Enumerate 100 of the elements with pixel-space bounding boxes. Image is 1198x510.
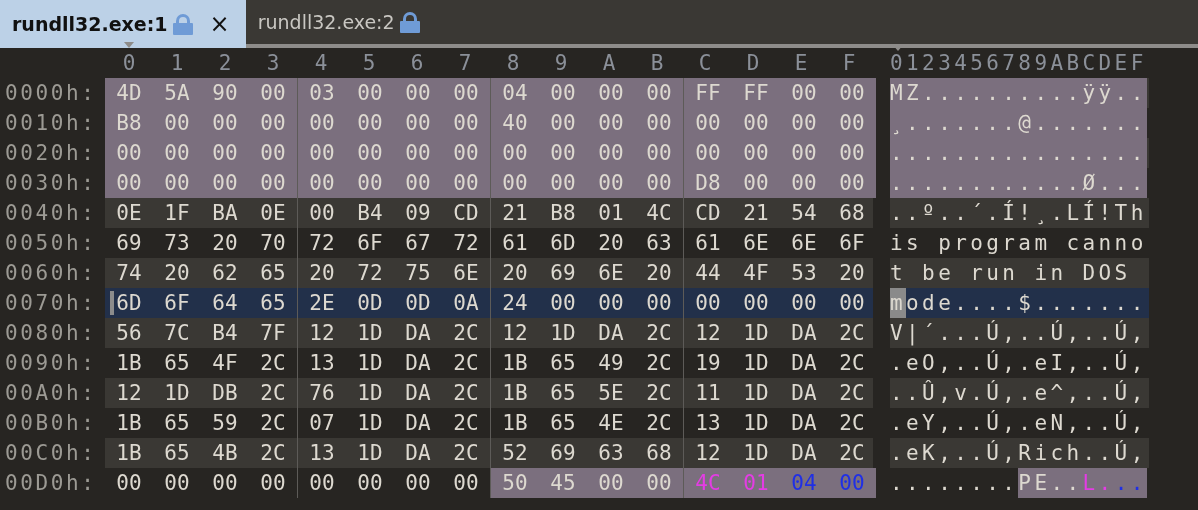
hex-cell-text: 1D	[742, 380, 770, 407]
hex-cell: 12	[490, 318, 539, 348]
hex-cell-text: 1D	[356, 350, 384, 377]
close-button[interactable]: ×	[205, 10, 234, 38]
ascii-text: ¸.......@.......	[890, 108, 1147, 138]
hex-cell-text: 64	[211, 290, 239, 317]
hex-cell-text: DA	[790, 320, 818, 347]
hex-cell-text: 7F	[259, 320, 287, 347]
hex-cell-text: 2C	[452, 440, 480, 467]
text-cursor	[110, 291, 114, 315]
hex-cell: 00	[635, 108, 683, 138]
hex-cell-text: 73	[163, 230, 191, 257]
hex-cell: D8	[683, 168, 732, 198]
hex-cell: FF	[683, 78, 732, 108]
hex-cell: 00	[442, 108, 490, 138]
hex-cell-text: 2C	[452, 410, 480, 437]
hex-cell: 00	[587, 108, 635, 138]
hex-cell: 00	[635, 138, 683, 168]
hex-cell: 00	[105, 138, 153, 168]
column-header: 0123456789ABCDEF	[890, 51, 1147, 75]
hex-cell-text: DA	[790, 440, 818, 467]
ascii-text: ..º..´.Í!¸.LÍ!Th	[890, 199, 1147, 227]
hex-cell: 00	[490, 138, 539, 168]
hex-cell-text: 2C	[259, 410, 287, 437]
hex-cell: 00	[153, 138, 201, 168]
hex-cell-text: 00	[163, 470, 191, 497]
hex-cell: 00	[346, 138, 394, 168]
hex-cell-text: 2C	[838, 380, 866, 407]
tab-label: rundll32.exe:1	[12, 13, 168, 35]
hex-cell-text: 5E	[597, 380, 625, 407]
hex-cell: 00	[442, 78, 490, 108]
hex-cell-text: 00	[356, 470, 384, 497]
hex-cell: 00	[249, 138, 297, 168]
hex-cell-text: 20	[645, 260, 673, 287]
hex-cell-text: 2C	[838, 410, 866, 437]
hex-cell-text: 6F	[356, 230, 384, 257]
hex-cell-text: 7C	[163, 320, 191, 347]
hex-cell: 00	[394, 108, 442, 138]
column-header: D	[746, 51, 760, 75]
hex-cell: 00	[780, 78, 828, 108]
hex-cell: 00	[683, 108, 732, 138]
hex-cell-text: BA	[211, 200, 239, 227]
hex-cell: 4C	[683, 468, 732, 498]
ascii-text: ........	[890, 470, 1019, 497]
ascii-text: .eO,..Ú,.eI,..Ú,	[890, 349, 1147, 377]
hex-cell: 03	[297, 78, 346, 108]
ascii-text: is program canno	[890, 230, 1147, 257]
hex-cell-text: 2C	[259, 440, 287, 467]
hex-cell: 11	[683, 378, 732, 408]
hex-cell: 00	[346, 108, 394, 138]
hex-cell: 00	[201, 108, 249, 138]
hex-cell-text: DA	[790, 380, 818, 407]
hex-cell-text: 59	[211, 410, 239, 437]
hex-cell-text: 2C	[645, 320, 673, 347]
hex-cell-text: CD	[452, 200, 480, 227]
row-offset: 0030h:	[4, 170, 98, 197]
row-offset: 0080h:	[4, 320, 98, 347]
hex-cell-text: DA	[404, 350, 432, 377]
hex-cell-text: 1D	[742, 410, 770, 437]
hex-cell-text: 4E	[597, 410, 625, 437]
tab[interactable]: rundll32.exe:2	[245, 0, 435, 44]
hex-cell: 12	[297, 318, 346, 348]
hex-cell-text: 72	[356, 260, 384, 287]
hex-cell-text: B4	[211, 320, 239, 347]
hex-cell-text: 65	[549, 410, 577, 437]
hex-cell-text: 20	[838, 260, 866, 287]
hex-cell: 00	[828, 168, 876, 198]
hex-cell-text: 72	[452, 230, 480, 257]
hex-cell-text: 74	[115, 260, 143, 287]
tab[interactable]: rundll32.exe:1 ×	[0, 0, 246, 48]
hex-cell-text: 6F	[163, 290, 191, 317]
hex-cell: 00	[153, 108, 201, 138]
hex-cell: 5A	[153, 78, 201, 108]
row-offset: 0020h:	[4, 140, 98, 167]
hex-cell: 00	[539, 138, 587, 168]
column-header: 8	[506, 51, 520, 75]
hex-cell: 00	[346, 78, 394, 108]
row-offset: 0070h:	[4, 290, 98, 317]
hex-cell-text: 1D	[163, 380, 191, 407]
hex-cell-text: 69	[115, 230, 143, 257]
hex-cell: 00	[635, 168, 683, 198]
hex-cell-text: 63	[597, 440, 625, 467]
ascii-text: m	[890, 288, 907, 318]
row-offset: 0060h:	[4, 260, 98, 287]
hex-cell-text: 00	[742, 290, 770, 317]
hex-cell-text: 00	[115, 470, 143, 497]
hex-cell: 00	[105, 168, 153, 198]
hex-cell-text: 00	[211, 470, 239, 497]
row-offset: 0010h:	[4, 110, 98, 137]
hex-cell: 00	[732, 108, 780, 138]
hex-cell-text: 6E	[452, 260, 480, 287]
hex-cell-text: 1D	[356, 380, 384, 407]
ascii-text: L.	[1082, 468, 1115, 498]
hex-cell-text: 1B	[115, 350, 143, 377]
hex-cell: 1B	[490, 378, 539, 408]
hex-cell-text: 70	[259, 230, 287, 257]
column-header: 3	[266, 51, 280, 75]
hex-cell-text: 1D	[742, 350, 770, 377]
hex-cell: 00	[297, 198, 346, 228]
hex-cell: 00	[587, 168, 635, 198]
